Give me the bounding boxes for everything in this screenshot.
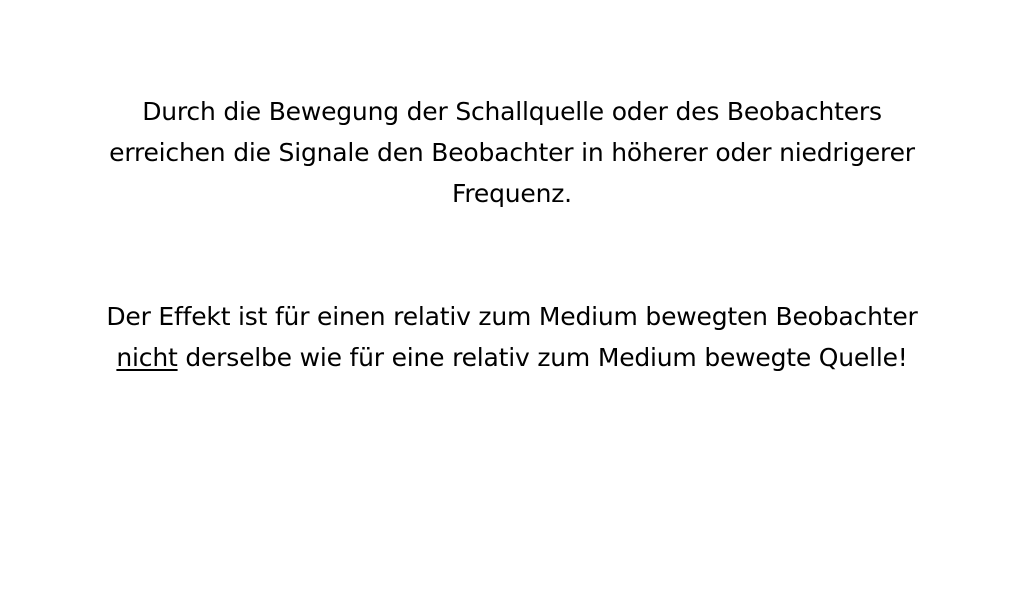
paragraph-1-line-2: erreichen die Signale den Beobachter in …	[109, 138, 915, 167]
slide: Durch die Bewegung der Schallquelle oder…	[0, 0, 1024, 598]
underlined-emphasis-word: nicht	[116, 343, 178, 372]
paragraph-2-line-2-rest: derselbe wie für eine relativ zum Medium…	[177, 343, 908, 372]
paragraph-2-line-2: nicht derselbe wie für eine relativ zum …	[40, 337, 984, 378]
paragraph-1-line-1: Durch die Bewegung der Schallquelle oder…	[142, 97, 882, 126]
paragraph-1-line-3: Frequenz.	[452, 179, 572, 208]
doppler-asymmetry-paragraph: Der Effekt ist für einen relativ zum Med…	[40, 296, 984, 378]
paragraph-2-line-1: Der Effekt ist für einen relativ zum Med…	[106, 302, 918, 331]
doppler-explanation-paragraph: Durch die Bewegung der Schallquelle oder…	[40, 91, 984, 214]
